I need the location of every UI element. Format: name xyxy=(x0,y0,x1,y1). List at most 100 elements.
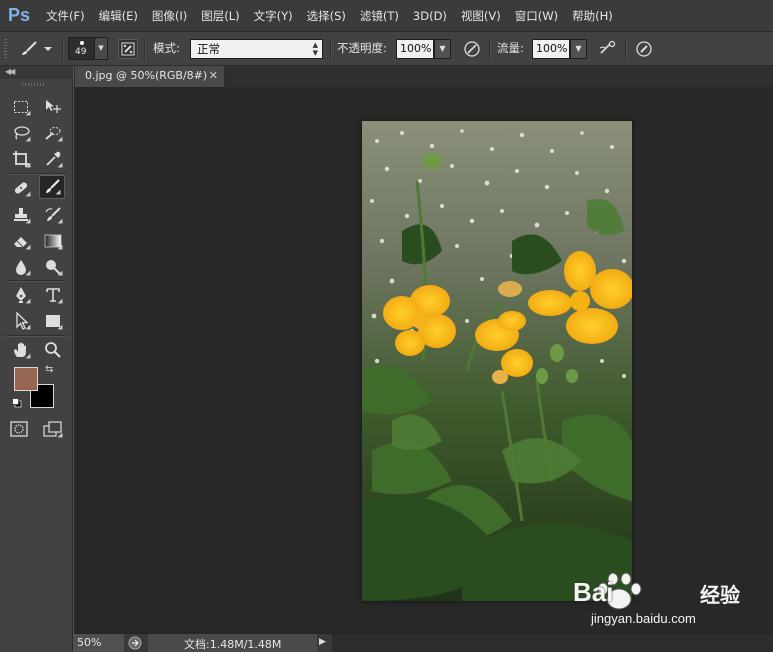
default-colors-icon[interactable] xyxy=(12,398,22,408)
pressure-opacity-button[interactable] xyxy=(461,38,483,60)
blur-tool[interactable] xyxy=(8,255,34,279)
rectangle-tool[interactable] xyxy=(40,309,66,333)
menu-layer[interactable]: 图层(L) xyxy=(194,8,246,24)
dodge-tool[interactable] xyxy=(40,255,66,279)
toolbox-separator xyxy=(6,280,66,281)
document-size-info: 文档:1.48M/1.48M xyxy=(184,638,282,651)
menu-edit[interactable]: 编辑(E) xyxy=(92,8,145,24)
submenu-corner-icon xyxy=(57,136,63,142)
crop-tool[interactable] xyxy=(8,147,34,171)
eraser-tool[interactable] xyxy=(8,229,34,253)
flow-label: 流量: xyxy=(497,41,524,55)
brush-preset-picker[interactable]: 49 ▼ xyxy=(68,37,108,60)
type-tool[interactable] xyxy=(40,283,66,307)
clone-stamp-tool[interactable] xyxy=(8,203,34,227)
path-selection-tool[interactable] xyxy=(8,309,34,333)
submenu-corner-icon xyxy=(57,432,63,438)
submenu-corner-icon xyxy=(25,162,31,168)
toggle-brush-panel-button[interactable] xyxy=(118,39,138,59)
brush-tip-icon xyxy=(80,41,84,45)
menu-bar: Ps 文件(F) 编辑(E) 图像(I) 图层(L) 文字(Y) 选择(S) 滤… xyxy=(0,0,773,32)
toolbox-separator xyxy=(6,173,66,174)
document-tab[interactable]: 0.jpg @ 50%(RGB/8#) ✕ xyxy=(75,66,225,87)
spot-healing-brush-tool[interactable] xyxy=(8,176,34,200)
swap-colors-icon[interactable]: ⇆ xyxy=(45,364,53,375)
canvas-area[interactable]: Bai 经验 jingyan.baidu.com xyxy=(74,87,773,633)
menu-3d[interactable]: 3D(D) xyxy=(406,9,454,23)
move-icon xyxy=(46,100,61,113)
submenu-corner-icon xyxy=(25,218,31,224)
toolbox-separator xyxy=(6,335,66,336)
close-icon[interactable]: ✕ xyxy=(209,69,218,82)
separator xyxy=(330,38,331,60)
submenu-corner-icon xyxy=(57,324,63,330)
foreground-color-swatch[interactable] xyxy=(14,367,38,391)
opacity-dropdown-button[interactable]: ▼ xyxy=(434,39,451,59)
history-brush-tool[interactable] xyxy=(40,203,66,227)
submenu-corner-icon xyxy=(25,110,31,116)
submenu-corner-icon xyxy=(25,270,31,276)
separator xyxy=(625,38,626,60)
export-icon[interactable] xyxy=(128,636,142,650)
pen-pressure-icon xyxy=(464,41,480,57)
separator xyxy=(489,38,490,60)
submenu-corner-icon xyxy=(25,244,31,250)
quick-mask-button[interactable] xyxy=(6,417,32,441)
quick-selection-tool[interactable] xyxy=(40,121,66,145)
gradient-tool[interactable] xyxy=(40,229,66,253)
separator xyxy=(144,38,145,60)
submenu-corner-icon xyxy=(25,136,31,142)
airbrush-button[interactable] xyxy=(597,38,619,60)
submenu-corner-icon xyxy=(25,298,31,304)
updown-arrows-icon: ▲ ▼ xyxy=(312,41,318,57)
eyedropper-tool[interactable] xyxy=(40,147,66,171)
brush-size-value: 49 xyxy=(75,47,87,57)
flow-dropdown-button[interactable]: ▼ xyxy=(570,39,587,59)
opacity-field[interactable]: 100% xyxy=(396,39,434,59)
brush-panel-icon xyxy=(121,42,135,56)
menu-select[interactable]: 选择(S) xyxy=(300,8,353,24)
zoom-level-field[interactable]: 50% xyxy=(74,634,124,652)
watermark-brand-cn: 经验 xyxy=(700,583,740,607)
submenu-corner-icon xyxy=(57,218,63,224)
blend-mode-value: 正常 xyxy=(197,42,220,56)
menu-help[interactable]: 帮助(H) xyxy=(565,8,620,24)
document-image[interactable] xyxy=(362,121,632,601)
chevron-down-icon xyxy=(44,47,52,51)
flow-field[interactable]: 100% xyxy=(532,39,570,59)
zoom-tool[interactable] xyxy=(40,338,66,362)
move-tool[interactable] xyxy=(40,95,66,119)
hand-tool[interactable] xyxy=(8,338,34,362)
rectangular-marquee-tool[interactable] xyxy=(8,95,34,119)
submenu-corner-icon xyxy=(57,162,63,168)
menu-view[interactable]: 视图(V) xyxy=(454,8,508,24)
menu-file[interactable]: 文件(F) xyxy=(39,8,92,24)
flower-photo xyxy=(362,121,632,601)
blend-mode-select[interactable]: 正常 ▲ ▼ xyxy=(190,39,323,59)
quick-mask-icon xyxy=(10,421,28,437)
separator xyxy=(62,38,63,60)
menu-image[interactable]: 图像(I) xyxy=(145,8,194,24)
menu-type[interactable]: 文字(Y) xyxy=(247,8,300,24)
options-grip[interactable] xyxy=(4,39,7,59)
menu-window[interactable]: 窗口(W) xyxy=(508,8,565,24)
mode-label: 模式: xyxy=(153,41,180,55)
pressure-size-button[interactable] xyxy=(633,38,655,60)
tool-preset-picker[interactable] xyxy=(18,39,58,59)
collapse-panel-icon[interactable]: ◀◀ xyxy=(5,67,15,76)
options-bar: 49 ▼ 模式: 正常 ▲ ▼ 不透明度: 100% ▼ 流量: 100% ▼ xyxy=(0,32,773,66)
toolbox: ⇆ xyxy=(0,79,73,652)
brush-tool[interactable] xyxy=(39,175,65,199)
submenu-corner-icon xyxy=(55,189,61,195)
photoshop-logo: Ps xyxy=(8,5,31,25)
screen-mode-button[interactable] xyxy=(40,417,66,441)
watermark-url: jingyan.baidu.com xyxy=(591,611,696,626)
pen-tool[interactable] xyxy=(8,283,34,307)
toolbox-grip[interactable] xyxy=(22,83,44,86)
status-menu-arrow-icon[interactable]: ▶ xyxy=(319,637,326,647)
menu-filter[interactable]: 滤镜(T) xyxy=(353,8,406,24)
chevron-down-icon: ▼ xyxy=(94,38,107,59)
toolbox-header[interactable]: ◀◀ xyxy=(0,66,73,79)
lasso-tool[interactable] xyxy=(8,121,34,145)
submenu-corner-icon xyxy=(57,298,63,304)
